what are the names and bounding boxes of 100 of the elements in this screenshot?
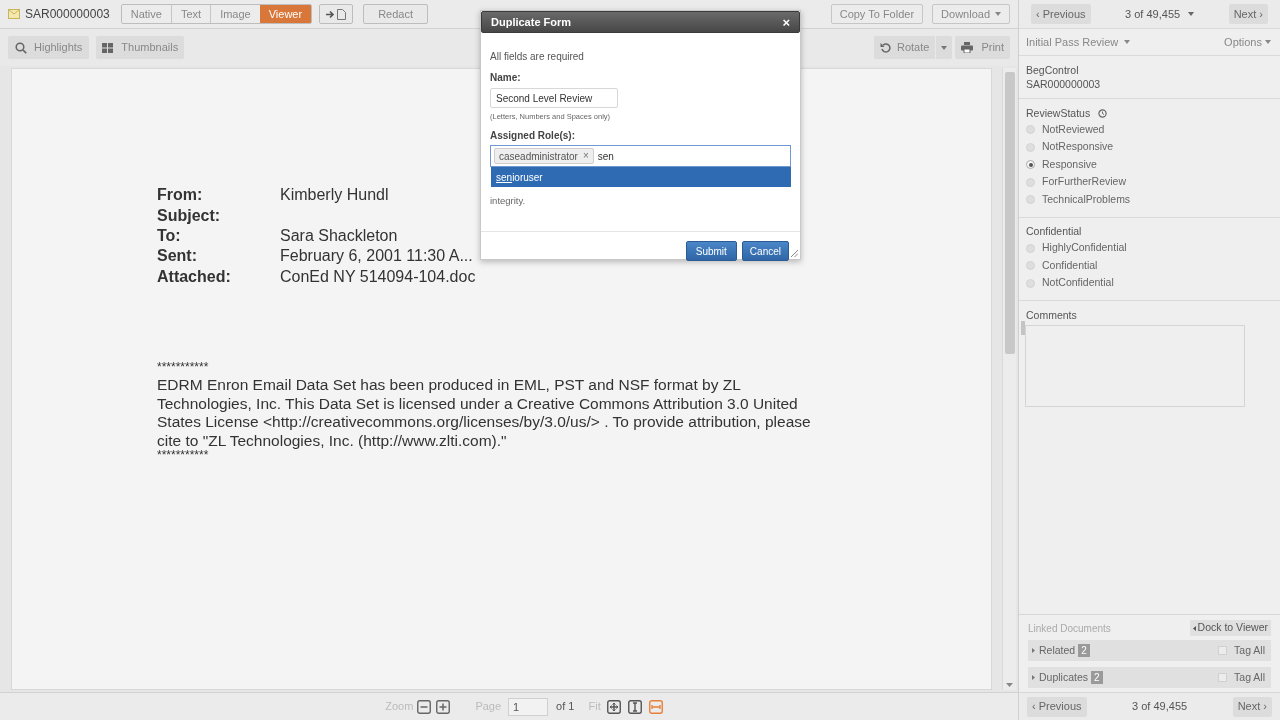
tag-all-label: Tag All xyxy=(1234,642,1265,658)
field-label: BegControl xyxy=(1026,63,1080,77)
header-value: Kimberly Hundl xyxy=(280,185,389,206)
previous-button[interactable]: ‹ Previous xyxy=(1027,696,1087,717)
download-button[interactable]: Download xyxy=(932,4,1010,24)
document-position: 3 of 49,455 xyxy=(1132,699,1188,715)
field-value: SAR000000003 xyxy=(1026,77,1102,91)
count-badge: 2 xyxy=(1078,644,1090,657)
zoom-in-icon[interactable] xyxy=(436,699,451,714)
next-button[interactable]: Next › xyxy=(1228,4,1268,24)
header-value: ConEd NY 514094-104.doc xyxy=(280,266,476,287)
radio-button[interactable] xyxy=(1026,142,1035,152)
option-label: NotResponsive xyxy=(1042,139,1114,155)
page-number-field[interactable]: 1 xyxy=(508,697,549,716)
name-field[interactable]: Second Level Review xyxy=(490,88,618,108)
cancel-button[interactable]: Cancel xyxy=(741,241,789,261)
dock-to-viewer-button[interactable]: Dock to Viewer xyxy=(1189,620,1271,636)
option-label: NotReviewed xyxy=(1042,121,1105,137)
option-label: ForFurtherReview xyxy=(1042,174,1127,190)
caret-left-icon xyxy=(1192,625,1196,631)
group-title: Confidential xyxy=(1026,224,1082,240)
print-button[interactable]: Print xyxy=(955,36,1010,59)
header-label: Sent: xyxy=(157,246,198,267)
separator-text: *********** xyxy=(157,360,210,373)
remove-button[interactable]: × xyxy=(582,151,589,161)
radio-button[interactable] xyxy=(1026,160,1035,170)
review-layout-dropdown[interactable]: Initial Pass Review xyxy=(1026,33,1119,51)
resize-grip-icon[interactable] xyxy=(791,250,798,257)
fit-height-icon[interactable] xyxy=(627,699,642,714)
header-value: Sara Shackleton xyxy=(280,226,398,246)
page-count-text: of 1 xyxy=(556,699,575,715)
submit-button[interactable]: Submit xyxy=(685,241,737,261)
fit-width-icon[interactable] xyxy=(648,699,663,714)
tag-all-label: Tag All xyxy=(1234,669,1265,685)
header-label: Attached: xyxy=(157,266,232,287)
search-icon xyxy=(15,41,27,54)
radio-button[interactable] xyxy=(1026,177,1035,187)
close-button[interactable]: × xyxy=(782,15,790,29)
comments-field[interactable] xyxy=(1025,325,1245,407)
caret-icon[interactable] xyxy=(1188,12,1195,16)
group-label: Related xyxy=(1039,642,1076,658)
scroll-down-icon[interactable] xyxy=(1006,683,1013,687)
group-title: ReviewStatus xyxy=(1026,105,1091,121)
role-chip: caseadministrator × xyxy=(494,148,594,164)
checkbox[interactable] xyxy=(1218,673,1228,682)
radio-button[interactable] xyxy=(1026,243,1035,253)
history-icon[interactable] xyxy=(1098,109,1108,118)
header-label: To: xyxy=(157,226,182,246)
role-search-text: sen xyxy=(597,149,614,164)
dialog-title: Duplicate Form xyxy=(491,14,572,30)
linked-group-row[interactable]: Duplicates 2 Tag All xyxy=(1028,667,1271,688)
body-text: EDRM Enron Email Data Set has been produced in EML, PST and NSF format by ZL Technologies, Inc. This Data Set is licensed under a Creative Commons Attribution 3.0 United States License <http://creativecommons.org/licenses/by/3.0/us/> . To provide attribution, please cite to "ZL Technologies, Inc. (http://www.zlti.com)." xyxy=(157,375,812,450)
checkbox[interactable] xyxy=(1218,646,1228,655)
header-label: From: xyxy=(157,185,204,206)
header-label: Subject: xyxy=(157,205,222,226)
required-note: All fields are required xyxy=(490,51,585,63)
linked-documents-label: Linked Documents xyxy=(1028,621,1111,636)
resize-handle-icon[interactable] xyxy=(1021,321,1025,335)
zoom-out-icon[interactable] xyxy=(417,699,432,714)
caret-icon[interactable] xyxy=(1265,40,1271,44)
option-label: NotConfidential xyxy=(1042,275,1114,291)
option-label: TechnicalProblems xyxy=(1042,191,1131,207)
group-label: Duplicates xyxy=(1039,669,1089,685)
rotate-icon xyxy=(879,42,891,53)
option-label: HighlyConfidential xyxy=(1042,240,1127,256)
caret-icon xyxy=(995,12,1001,16)
header-value: February 6, 2001 11:30 A... xyxy=(280,246,473,267)
option-label: Confidential xyxy=(1042,257,1098,273)
expand-icon[interactable] xyxy=(1032,675,1035,680)
view-tab[interactable]: Viewer xyxy=(259,5,312,23)
radio-button[interactable] xyxy=(1026,261,1035,271)
radio-button[interactable] xyxy=(1026,278,1035,288)
thumbnails-button[interactable]: Thumbnails xyxy=(96,36,185,59)
next-button[interactable]: Next › xyxy=(1232,696,1272,717)
redact-button[interactable]: Redact xyxy=(363,4,428,24)
scrollbar[interactable] xyxy=(1002,68,1016,690)
document-position[interactable]: 3 of 49,455 xyxy=(1125,5,1181,23)
copy-to-folder-button[interactable]: Copy To Folder xyxy=(830,4,924,24)
caret-icon xyxy=(941,45,948,50)
option-label: Responsive xyxy=(1042,156,1097,172)
name-label: Name: xyxy=(490,72,522,84)
document-id: SAR000000003 xyxy=(25,6,110,23)
scrollbar-thumb[interactable] xyxy=(1004,72,1015,354)
export-button[interactable] xyxy=(319,4,354,24)
caret-icon[interactable] xyxy=(1124,40,1131,44)
arrow-document-icon xyxy=(325,8,348,20)
options-dropdown[interactable]: Options xyxy=(1224,33,1262,51)
previous-button[interactable]: ‹ Previous xyxy=(1031,4,1091,24)
radio-button[interactable] xyxy=(1026,125,1035,135)
separator-text: *********** xyxy=(157,450,210,461)
radio-button[interactable] xyxy=(1026,195,1035,205)
highlights-button[interactable]: Highlights xyxy=(8,36,90,59)
document-icon xyxy=(8,9,20,19)
expand-icon[interactable] xyxy=(1032,648,1035,653)
roles-label: Assigned Role(s): xyxy=(490,130,576,142)
linked-group-row[interactable]: Related 2 Tag All xyxy=(1028,640,1271,661)
comments-label: Comments xyxy=(1025,308,1078,322)
printer-icon xyxy=(961,42,974,53)
fit-page-icon[interactable] xyxy=(606,699,621,714)
suggestion-item[interactable]: senioruser xyxy=(491,167,791,187)
